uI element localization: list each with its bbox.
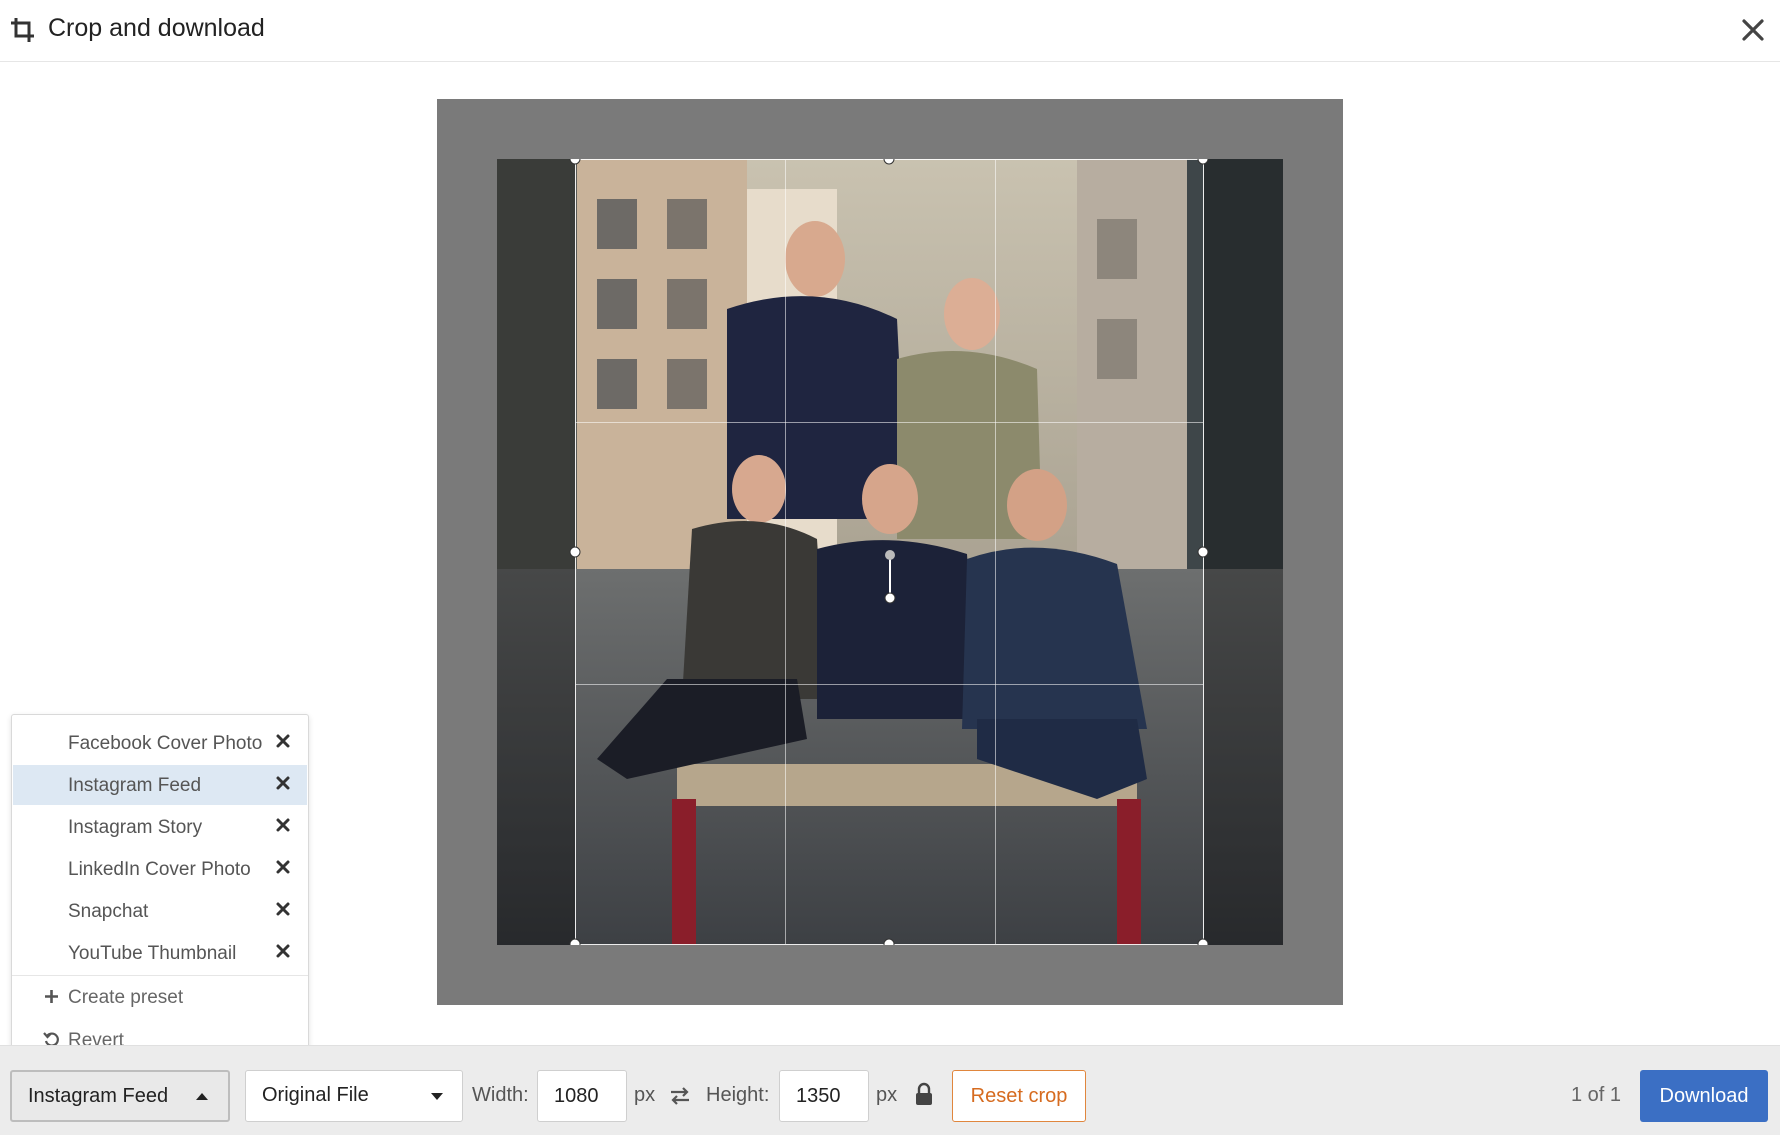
photo-preview <box>497 159 1283 945</box>
delete-x-icon[interactable] <box>275 901 291 917</box>
crop-handle-bottom[interactable] <box>883 938 895 945</box>
lock-icon[interactable] <box>914 1082 934 1106</box>
width-label: Width: <box>472 1084 529 1106</box>
swap-arrows-icon[interactable] <box>668 1084 692 1108</box>
preset-dropdown-value: Instagram Feed <box>28 1085 169 1107</box>
preset-item-label: Instagram Story <box>68 817 203 838</box>
preset-item-facebook-cover[interactable]: Facebook Cover Photo <box>13 723 307 763</box>
footer-toolbar: Instagram Feed Original File Width: px H… <box>0 1045 1780 1135</box>
crop-mask-right <box>1204 159 1283 945</box>
preset-item-instagram-story[interactable]: Instagram Story <box>13 807 307 847</box>
crop-grid-line <box>995 160 996 944</box>
rotate-handle-icon[interactable] <box>885 550 895 560</box>
preset-item-label: Instagram Feed <box>68 775 202 796</box>
preset-item-linkedin-cover[interactable]: LinkedIn Cover Photo <box>13 849 307 889</box>
crop-mask-left <box>497 159 575 945</box>
crop-handle-right[interactable] <box>1197 546 1209 558</box>
delete-x-icon[interactable] <box>275 775 291 791</box>
close-icon[interactable] <box>1738 15 1768 45</box>
delete-x-icon[interactable] <box>275 943 291 959</box>
preset-dropdown[interactable]: Instagram Feed <box>10 1070 230 1122</box>
download-button[interactable]: Download <box>1640 1070 1768 1122</box>
crop-stage <box>437 99 1343 1005</box>
reset-crop-button[interactable]: Reset crop <box>952 1070 1086 1122</box>
crop-selection[interactable] <box>575 159 1204 945</box>
caret-up-icon <box>196 1093 208 1100</box>
create-preset-label: Create preset <box>68 987 184 1008</box>
crop-grid-line <box>576 684 1203 685</box>
plus-icon <box>45 990 58 1003</box>
dialog-title: Crop and download <box>48 14 265 42</box>
width-unit: px <box>634 1084 656 1106</box>
preset-item-label: LinkedIn Cover Photo <box>68 859 251 880</box>
height-unit: px <box>876 1084 898 1106</box>
rotate-handle-line <box>889 555 891 597</box>
preset-item-youtube-thumbnail[interactable]: YouTube Thumbnail <box>13 933 307 973</box>
dialog-header: Crop and download <box>0 0 1780 62</box>
crop-center-handle[interactable] <box>884 592 896 604</box>
delete-x-icon[interactable] <box>275 817 291 833</box>
width-input[interactable] <box>537 1070 627 1122</box>
crop-handle-bottom-right[interactable] <box>1197 938 1209 945</box>
format-dropdown[interactable]: Original File <box>245 1070 463 1122</box>
crop-icon <box>11 18 34 42</box>
caret-down-icon <box>431 1093 443 1100</box>
preset-item-instagram-feed[interactable]: Instagram Feed <box>13 765 307 805</box>
preset-menu: Facebook Cover Photo Instagram Feed Inst… <box>11 714 309 1072</box>
menu-divider <box>12 975 308 976</box>
delete-x-icon[interactable] <box>275 733 291 749</box>
crop-grid-line <box>785 160 786 944</box>
preset-item-label: Facebook Cover Photo <box>68 733 263 754</box>
crop-grid-line <box>576 422 1203 423</box>
format-dropdown-value: Original File <box>262 1084 369 1106</box>
height-input[interactable] <box>779 1070 869 1122</box>
pager-text: 1 of 1 <box>1571 1084 1622 1106</box>
preset-item-snapchat[interactable]: Snapchat <box>13 891 307 931</box>
crop-handle-left[interactable] <box>569 546 581 558</box>
crop-handle-bottom-left[interactable] <box>569 938 581 945</box>
delete-x-icon[interactable] <box>275 859 291 875</box>
preset-item-label: Snapchat <box>68 901 149 922</box>
height-label: Height: <box>706 1084 770 1106</box>
preset-item-label: YouTube Thumbnail <box>68 943 237 964</box>
create-preset-button[interactable]: Create preset <box>13 977 307 1017</box>
